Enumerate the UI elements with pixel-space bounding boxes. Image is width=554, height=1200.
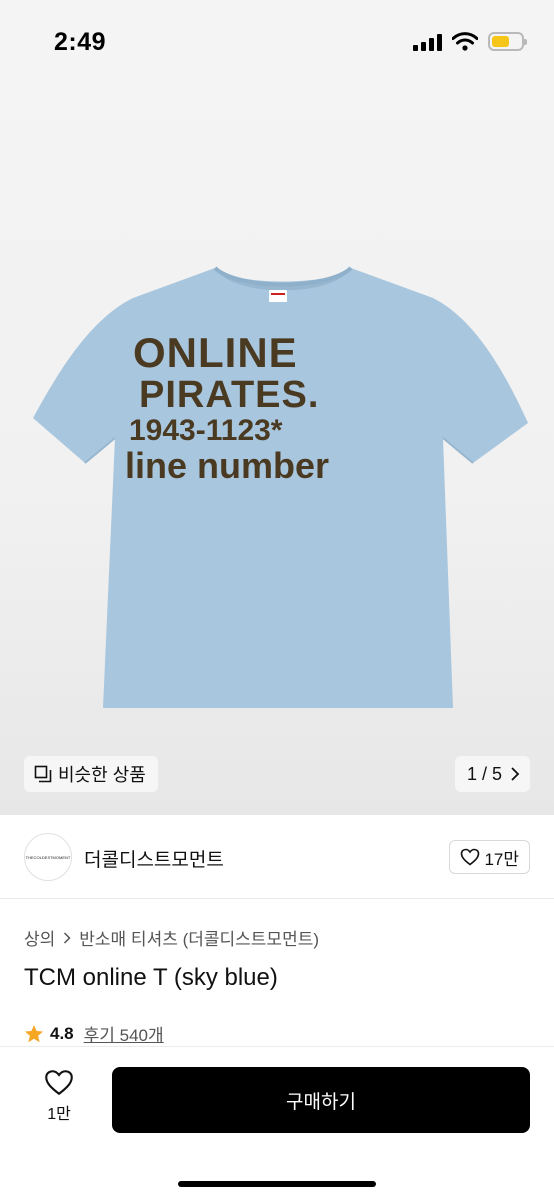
shop-like-button[interactable]: 17만 [449, 840, 530, 874]
status-bar: 2:49 [0, 0, 554, 88]
chevron-right-icon [64, 931, 71, 944]
status-icons [413, 32, 527, 51]
tshirt-image [33, 266, 528, 708]
status-time: 2:49 [54, 28, 107, 56]
shop-logo: THECOLDESTMOMENT [24, 833, 72, 881]
wifi-icon [452, 32, 478, 51]
wishlist-count: 1만 [47, 1106, 71, 1123]
heart-icon [461, 848, 480, 866]
bottom-action-bar: 1만 구매하기 [0, 1046, 554, 1200]
shop-logo-text: THECOLDESTMOMENT [25, 854, 71, 860]
battery-icon [488, 32, 527, 51]
print-line-2: PIRATES. [139, 374, 320, 416]
shop-name[interactable]: 더콜디스트모먼트 [84, 845, 224, 872]
heart-icon [45, 1070, 73, 1096]
similar-products-label: 비슷한 상품 [58, 765, 146, 785]
buy-button[interactable]: 구매하기 [112, 1067, 530, 1133]
product-rating[interactable]: 4.8 후기 540개 [24, 1021, 164, 1046]
similar-products-button[interactable]: 비슷한 상품 [24, 756, 158, 792]
breadcrumb: 상의 반소매 티셔츠 (더콜디스트모먼트) [24, 925, 319, 950]
star-icon [25, 1024, 43, 1042]
similar-icon [34, 765, 52, 783]
chevron-right-icon [511, 767, 520, 781]
print-line-3: 1943-1123* [129, 414, 283, 447]
image-pager-label: 1 / 5 [466, 763, 502, 784]
product-title: TCM online T (sky blue) [24, 964, 278, 991]
review-count-link[interactable]: 후기 540개 [84, 1021, 164, 1046]
print-line-4: line number [125, 445, 330, 486]
print-line-1: ONLINE [133, 329, 298, 376]
shop-row[interactable]: THECOLDESTMOMENT 더콜디스트모먼트 17만 [0, 815, 554, 899]
tshirt-print: ONLINE PIRATES. 1943-1123* line number [125, 332, 329, 484]
breadcrumb-category[interactable]: 상의 [24, 925, 55, 950]
home-indicator [178, 1181, 376, 1187]
rating-score: 4.8 [50, 1023, 74, 1043]
shop-like-count: 17만 [484, 849, 519, 869]
cellular-signal-icon [413, 33, 442, 51]
wishlist-button[interactable]: 1만 [30, 1069, 88, 1124]
breadcrumb-subcategory[interactable]: 반소매 티셔츠 (더콜디스트모먼트) [79, 925, 319, 950]
image-pager-button[interactable]: 1 / 5 [454, 756, 530, 792]
product-image[interactable]: ONLINE PIRATES. 1943-1123* line number 비… [0, 0, 554, 815]
